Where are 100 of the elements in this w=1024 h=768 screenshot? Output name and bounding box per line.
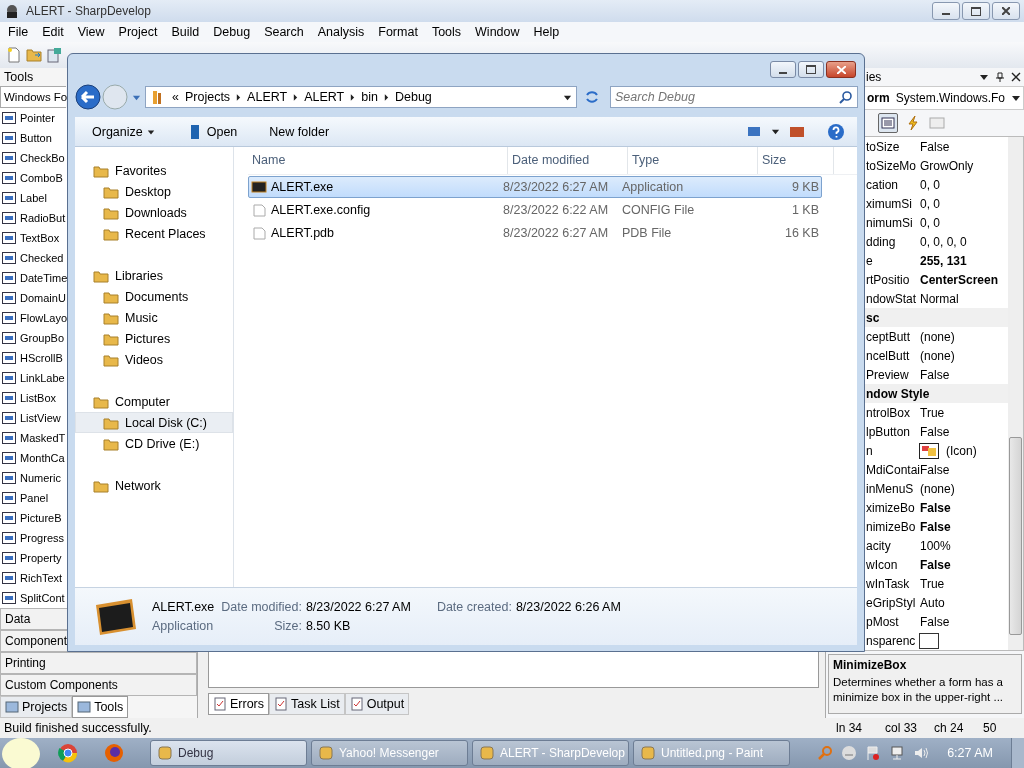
- chevron-icon[interactable]: [236, 93, 242, 101]
- menu-item[interactable]: Project: [111, 25, 165, 39]
- folder-icon[interactable]: [26, 47, 42, 63]
- tool-item[interactable]: SplitCont: [0, 588, 65, 608]
- tool-item[interactable]: Progress: [0, 528, 65, 548]
- nav-item[interactable]: Videos: [75, 349, 233, 370]
- tool-item[interactable]: RadioBut: [0, 208, 66, 228]
- property-value[interactable]: (none): [919, 329, 955, 344]
- column-header[interactable]: Date modified: [508, 147, 628, 174]
- tool-item[interactable]: ComboB: [0, 168, 63, 188]
- category-header[interactable]: Custom Components: [0, 674, 197, 696]
- tool-item[interactable]: Property: [0, 548, 62, 568]
- nav-item[interactable]: Pictures: [75, 328, 233, 349]
- browser-icon[interactable]: [58, 743, 78, 763]
- tool-item[interactable]: HScrollB: [0, 348, 63, 368]
- property-value[interactable]: False: [919, 557, 951, 572]
- property-value[interactable]: Auto: [919, 595, 945, 610]
- flag-icon[interactable]: [865, 745, 882, 761]
- taskbar-button[interactable]: Debug: [150, 740, 307, 766]
- tool-item[interactable]: Label: [0, 188, 47, 208]
- property-value[interactable]: CenterScreen: [919, 272, 999, 287]
- close-button[interactable]: [992, 2, 1020, 20]
- tool-item[interactable]: ListBox: [0, 388, 57, 408]
- menu-item[interactable]: Edit: [35, 25, 71, 39]
- pad-tab[interactable]: Errors: [208, 693, 270, 715]
- tool-item[interactable]: GroupBo: [0, 328, 65, 348]
- minimize-button[interactable]: [932, 2, 960, 20]
- property-value[interactable]: False: [919, 367, 950, 382]
- chevron-icon[interactable]: [293, 93, 299, 101]
- tool-item[interactable]: TextBox: [0, 228, 60, 248]
- menu-item[interactable]: View: [70, 25, 112, 39]
- tool-item[interactable]: DateTime: [0, 268, 68, 288]
- pad-tab[interactable]: Output: [344, 693, 410, 715]
- nav-item[interactable]: Documents: [75, 286, 233, 307]
- maximize-button[interactable]: [798, 61, 824, 78]
- document-icon[interactable]: [46, 47, 62, 63]
- property-value[interactable]: 0, 0: [919, 215, 940, 230]
- tool-item[interactable]: Panel: [0, 488, 49, 508]
- property-value[interactable]: 0, 0, 0, 0: [919, 234, 967, 249]
- dropdown-icon[interactable]: [979, 72, 989, 82]
- tool-item[interactable]: MonthCa: [0, 448, 65, 468]
- property-value[interactable]: (none): [919, 481, 955, 496]
- tool-item[interactable]: Pointer: [0, 108, 55, 128]
- help-icon[interactable]: [827, 122, 845, 141]
- property-value[interactable]: Normal: [919, 291, 959, 306]
- property-value[interactable]: True: [919, 405, 945, 420]
- chevron-icon[interactable]: [350, 93, 356, 101]
- category-header[interactable]: Printing: [0, 652, 197, 674]
- nav-item[interactable]: Computer: [75, 391, 233, 412]
- tool-item[interactable]: ListView: [0, 408, 61, 428]
- network-icon[interactable]: [889, 745, 906, 761]
- open-button[interactable]: Open: [186, 123, 238, 140]
- property-value[interactable]: 0, 0: [919, 196, 940, 211]
- menu-item[interactable]: Format: [371, 25, 425, 39]
- nav-item[interactable]: Downloads: [75, 202, 233, 223]
- speaker-icon[interactable]: [913, 745, 930, 761]
- maximize-button[interactable]: [962, 2, 990, 20]
- tool-item[interactable]: PictureB: [0, 508, 62, 528]
- tool-item[interactable]: CheckBo: [0, 148, 65, 168]
- tool-item[interactable]: Checked: [0, 248, 64, 268]
- property-value[interactable]: 0, 0: [919, 177, 940, 192]
- column-header[interactable]: Type: [628, 147, 758, 174]
- close-button[interactable]: [826, 61, 856, 78]
- address-bar[interactable]: « Projects ALERT ALERT bin Debug: [145, 86, 577, 108]
- back-button[interactable]: [75, 84, 101, 110]
- close-icon[interactable]: [1011, 72, 1021, 82]
- breadcrumb-item[interactable]: Projects: [184, 90, 231, 104]
- nav-item[interactable]: Desktop: [75, 181, 233, 202]
- color-swatch[interactable]: [919, 632, 939, 649]
- chevron-icon[interactable]: [383, 93, 389, 101]
- category-header[interactable]: Windows Fo: [0, 86, 66, 108]
- tool-item[interactable]: RichText: [0, 568, 63, 588]
- property-value[interactable]: False: [919, 462, 950, 477]
- file-row[interactable]: ALERT.exe.config 8/23/2022 6:22 AM CONFIG File 1 KB: [248, 199, 822, 221]
- organize-menu[interactable]: Organize: [92, 124, 155, 139]
- property-value[interactable]: False: [919, 424, 950, 439]
- column-header[interactable]: Size: [758, 147, 834, 174]
- nav-item[interactable]: Local Disk (C:): [75, 412, 233, 433]
- nav-item[interactable]: CD Drive (E:): [75, 433, 233, 454]
- menu-item[interactable]: Help: [526, 25, 567, 39]
- menu-item[interactable]: Debug: [206, 25, 258, 39]
- column-header[interactable]: Name: [248, 147, 508, 174]
- property-value[interactable]: 255, 131: [919, 253, 967, 268]
- nav-item[interactable]: Favorites: [75, 160, 233, 181]
- breadcrumb-item[interactable]: ALERT: [247, 90, 288, 104]
- property-value[interactable]: False: [919, 519, 951, 534]
- breadcrumb-item[interactable]: Debug: [394, 90, 432, 104]
- pin-icon[interactable]: [995, 72, 1005, 82]
- tool-item[interactable]: LinkLabe: [0, 368, 65, 388]
- scrollbar[interactable]: [1008, 137, 1023, 650]
- menu-item[interactable]: File: [1, 25, 36, 39]
- property-value[interactable]: GrowOnly: [919, 158, 974, 173]
- tool-item[interactable]: Button: [0, 128, 52, 148]
- breadcrumb-item[interactable]: ALERT: [304, 90, 345, 104]
- property-value[interactable]: False: [919, 500, 951, 515]
- overflow-chevron[interactable]: «: [172, 90, 179, 104]
- property-value[interactable]: False: [919, 614, 950, 629]
- nav-item[interactable]: Recent Places: [75, 223, 233, 244]
- menu-item[interactable]: Analysis: [310, 25, 372, 39]
- tool-item[interactable]: FlowLayo: [0, 308, 68, 328]
